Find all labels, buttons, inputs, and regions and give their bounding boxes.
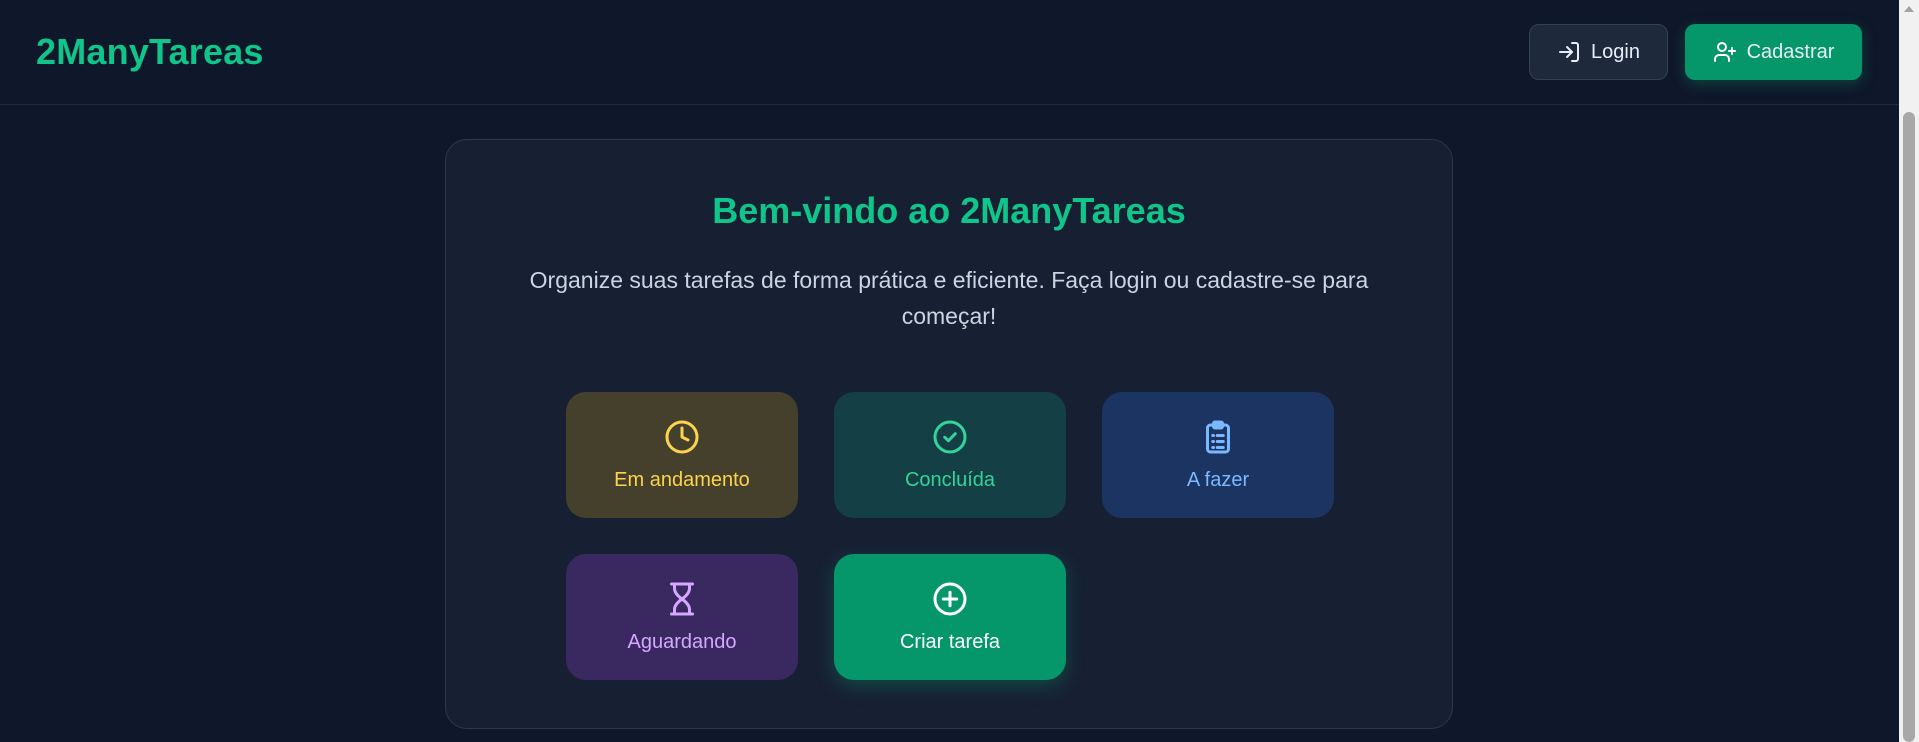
scroll-up-arrow-icon[interactable] [1904,6,1914,12]
top-navbar: 2ManyTareas Login Cadastrar [0,0,1899,105]
hourglass-icon [670,582,694,615]
login-button[interactable]: Login [1529,24,1668,80]
tile-label: Criar tarefa [899,630,1001,653]
tile-label: Em andamento [614,468,750,491]
welcome-title: Bem-vindo ao 2ManyTareas [712,190,1186,231]
create-task-button[interactable]: Criar tarefa [834,554,1066,680]
tile-in-progress[interactable]: Em andamento [566,392,798,518]
scrollbar-thumb[interactable] [1903,112,1915,742]
check-circle-icon [933,420,967,453]
tile-label: A fazer [1186,468,1250,491]
plus-circle-icon [933,582,967,615]
tile-waiting[interactable]: Aguardando [566,554,798,680]
login-icon [1559,42,1580,62]
tile-label: Aguardando [627,630,737,653]
login-button-label: Login [1591,40,1640,63]
brand-logo[interactable]: 2ManyTareas [36,31,264,73]
clipboard-list-icon [1206,420,1230,453]
register-button[interactable]: Cadastrar [1685,24,1862,80]
register-button-label: Cadastrar [1746,40,1835,63]
tile-label: Concluída [904,468,996,491]
welcome-card: Bem-vindo ao 2ManyTareas Organize suas t… [445,139,1453,729]
welcome-subtitle: Organize suas tarefas de forma prática e… [529,267,1369,329]
clock-icon [665,420,699,453]
tile-to-do[interactable]: A fazer [1102,392,1334,518]
user-plus-icon [1713,42,1736,62]
vertical-scrollbar[interactable] [1899,0,1919,742]
tile-completed[interactable]: Concluída [834,392,1066,518]
